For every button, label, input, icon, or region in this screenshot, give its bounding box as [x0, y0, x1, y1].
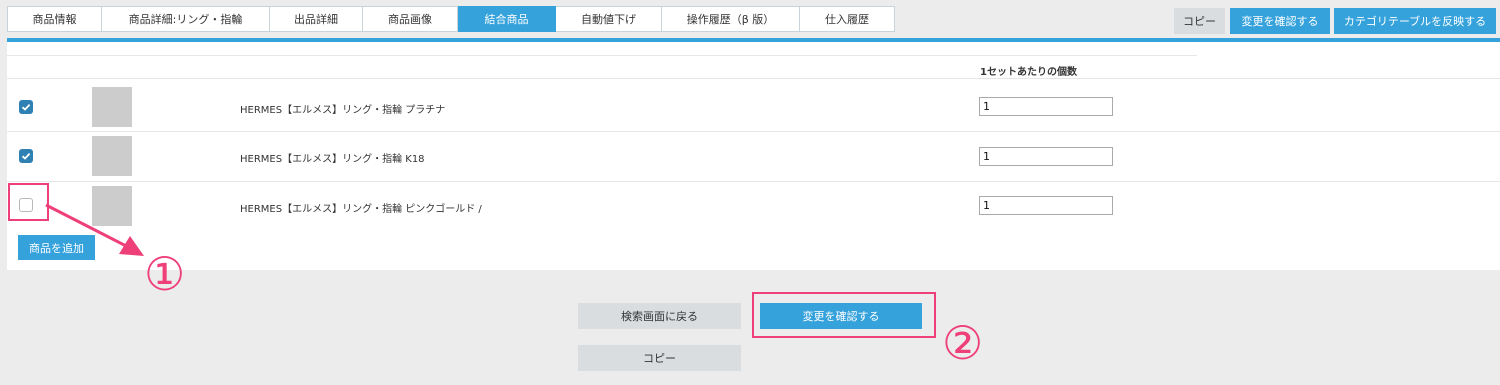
step-2-marker: ②: [942, 316, 984, 370]
copy-button-bottom[interactable]: コピー: [578, 345, 741, 371]
annotation-arrow: [45, 203, 144, 256]
back-to-search-button[interactable]: 検索画面に戻る: [578, 303, 741, 329]
step-1-marker: ①: [144, 247, 186, 301]
highlight-box: [752, 292, 936, 338]
